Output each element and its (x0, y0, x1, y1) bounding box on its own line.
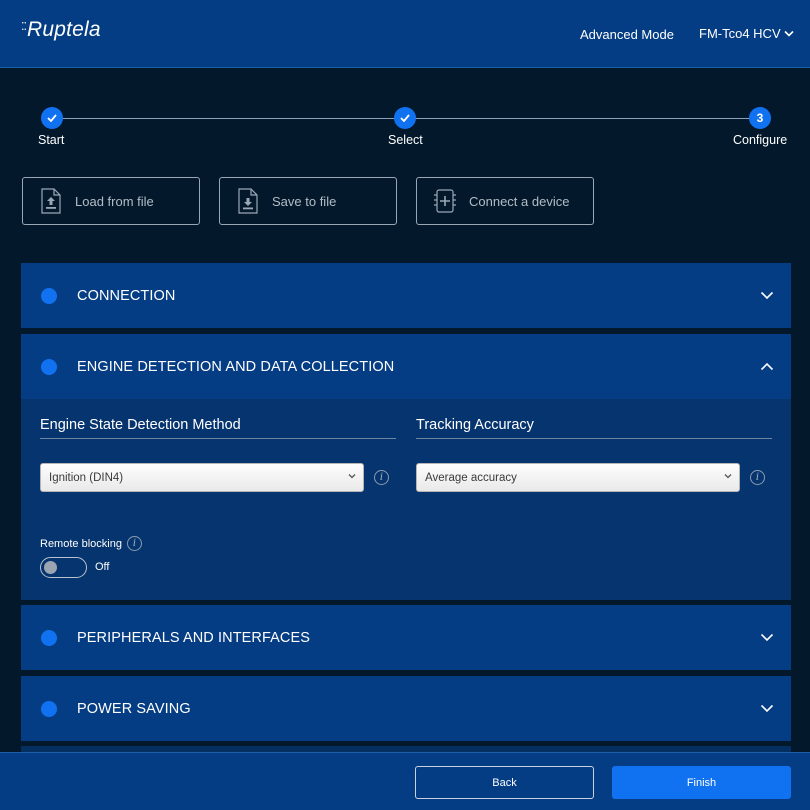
section-title: CONNECTION (77, 287, 176, 304)
chevron-up-icon (760, 362, 774, 371)
section-status-dot (41, 629, 57, 646)
file-upload-icon (39, 188, 63, 214)
step-label-start: Start (38, 133, 65, 147)
section-title: ENGINE DETECTION AND DATA COLLECTION (77, 358, 395, 375)
divider (40, 438, 396, 439)
connect-device-button[interactable]: Connect a device (416, 177, 594, 225)
section-status-dot (41, 358, 57, 375)
tracking-accuracy-title: Tracking Accuracy (416, 417, 534, 433)
ruptela-logo[interactable]: ⁚⁚Ruptela (21, 18, 101, 42)
save-to-file-label: Save to file (272, 193, 337, 209)
step-configure-number: 3 (749, 107, 771, 129)
detection-method-title: Engine State Detection Method (40, 417, 241, 433)
file-download-icon (236, 188, 260, 214)
tracking-accuracy-select[interactable]: Average accuracy (416, 463, 740, 492)
save-to-file-button[interactable]: Save to file (219, 177, 397, 225)
device-connect-icon (433, 188, 457, 214)
load-from-file-button[interactable]: Load from file (22, 177, 200, 225)
detection-method-select[interactable]: Ignition (DIN4) (40, 463, 364, 492)
step-label-configure: Configure (733, 133, 788, 147)
chevron-down-icon (760, 704, 774, 713)
step-select-check-icon (394, 107, 416, 129)
footer-bar: Back Finish (0, 752, 810, 810)
info-icon[interactable]: i (750, 470, 765, 485)
tracking-accuracy-value: Average accuracy (425, 471, 517, 484)
device-name: FM-Tco4 HCV (699, 26, 781, 41)
section-power-saving[interactable]: POWER SAVING (21, 676, 791, 741)
detection-method-value: Ignition (DIN4) (49, 471, 124, 484)
remote-blocking-label: Remote blocking (40, 538, 122, 550)
section-engine-detection[interactable]: ENGINE DETECTION AND DATA COLLECTION (21, 334, 791, 399)
engine-section-body: Engine State Detection Method Tracking A… (21, 399, 791, 600)
remote-blocking-toggle[interactable] (40, 557, 87, 578)
chevron-down-icon (348, 474, 356, 479)
section-title: POWER SAVING (77, 700, 191, 717)
back-button[interactable]: Back (415, 766, 594, 799)
chevron-down-icon (784, 30, 794, 37)
section-status-dot (41, 700, 57, 717)
advanced-mode-link[interactable]: Advanced Mode (580, 27, 674, 42)
toggle-knob (44, 561, 57, 574)
section-connection[interactable]: CONNECTION (21, 263, 791, 328)
chevron-down-icon (760, 291, 774, 300)
info-icon[interactable]: i (374, 470, 389, 485)
section-peripherals[interactable]: PERIPHERALS AND INTERFACES (21, 605, 791, 670)
chevron-down-icon (760, 633, 774, 642)
finish-button[interactable]: Finish (612, 766, 791, 799)
step-label-select: Select (388, 133, 423, 147)
step-start-check-icon (41, 107, 63, 129)
app-header: ⁚⁚Ruptela Advanced Mode FM-Tco4 HCV (0, 0, 810, 68)
remote-blocking-state: Off (95, 561, 110, 573)
divider (416, 438, 772, 439)
load-from-file-label: Load from file (75, 193, 154, 209)
device-selector[interactable]: FM-Tco4 HCV (699, 26, 794, 41)
section-title: PERIPHERALS AND INTERFACES (77, 629, 311, 646)
section-status-dot (41, 287, 57, 304)
chevron-down-icon (724, 474, 732, 479)
connect-device-label: Connect a device (469, 193, 570, 209)
info-icon[interactable]: i (127, 536, 142, 551)
